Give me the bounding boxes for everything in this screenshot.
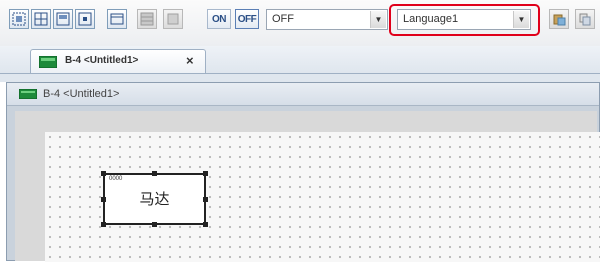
resize-handle[interactable] <box>203 222 208 227</box>
document-titlebar: B-4 <Untitled1> <box>7 83 599 106</box>
resize-handle[interactable] <box>152 171 157 176</box>
layer-disabled-icon[interactable] <box>163 9 183 29</box>
align-icon[interactable] <box>53 9 73 29</box>
snap-icon[interactable] <box>75 9 95 29</box>
window-icon[interactable] <box>107 9 127 29</box>
tab-label: B-4 <Untitled1> <box>65 55 139 66</box>
element-tag: 0000 <box>109 176 123 182</box>
paste-icon[interactable] <box>549 9 569 29</box>
state-combo-value: OFF <box>272 13 294 25</box>
grid-disabled-icon[interactable] <box>137 9 157 29</box>
resize-handle[interactable] <box>101 197 106 202</box>
toolbar: ON OFF OFF ▼ Language1 ▼ <box>0 0 600 46</box>
screen-icon <box>39 56 57 68</box>
document-window: B-4 <Untitled1> <box>6 82 600 262</box>
resize-handle[interactable] <box>203 171 208 176</box>
state-on-button[interactable]: ON <box>207 9 231 29</box>
selected-text-element[interactable]: 0000 马达 <box>103 173 206 225</box>
tab-gap <box>0 74 600 82</box>
language-highlight <box>389 4 540 36</box>
state-off-button[interactable]: OFF <box>235 9 259 29</box>
screen-icon <box>19 89 37 99</box>
chevron-down-icon[interactable]: ▼ <box>370 11 386 28</box>
tab-untitled1[interactable]: B-4 <Untitled1> × <box>30 49 206 73</box>
tab-strip: B-4 <Untitled1> × <box>0 46 600 74</box>
copy-icon[interactable] <box>575 9 595 29</box>
element-label: 马达 <box>139 191 170 208</box>
close-icon[interactable]: × <box>186 53 194 68</box>
resize-handle[interactable] <box>152 222 157 227</box>
resize-handle[interactable] <box>101 222 106 227</box>
state-combo[interactable]: OFF ▼ <box>266 9 388 30</box>
select-tool-icon[interactable] <box>9 9 29 29</box>
document-title: B-4 <Untitled1> <box>43 88 120 100</box>
grid-icon[interactable] <box>31 9 51 29</box>
resize-handle[interactable] <box>203 197 208 202</box>
resize-handle[interactable] <box>101 171 106 176</box>
